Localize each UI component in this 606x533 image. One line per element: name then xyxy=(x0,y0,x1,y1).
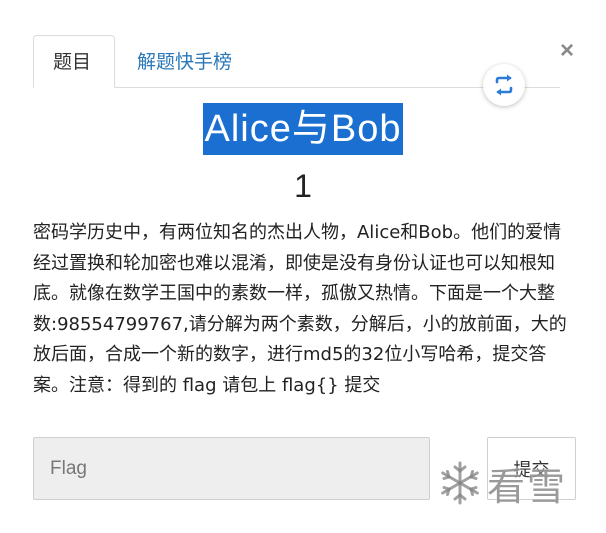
challenge-points: 1 xyxy=(294,168,312,204)
flag-input[interactable] xyxy=(33,437,430,500)
tab-challenge[interactable]: 题目 xyxy=(33,35,115,88)
challenge-title: Alice与Bob xyxy=(202,103,404,155)
challenge-modal: 题目 解题快手榜 × Alice与Bob 1 密码学历史中，有两位知名的杰出人物… xyxy=(0,0,606,533)
close-icon: × xyxy=(559,37,574,64)
snowflake-icon xyxy=(441,461,479,505)
close-button[interactable]: × xyxy=(556,38,578,64)
submit-button[interactable]: 提交 xyxy=(487,437,576,500)
swap-arrows-icon xyxy=(495,74,513,96)
tab-leaderboard[interactable]: 解题快手榜 xyxy=(117,35,252,86)
challenge-description: 密码学历史中，有两位知名的杰出人物，Alice和Bob。他们的爱情经过置换和轮加… xyxy=(33,222,567,396)
tab-challenge-label: 题目 xyxy=(53,52,92,73)
tab-leaderboard-label: 解题快手榜 xyxy=(137,52,233,73)
tab-bar: 题目 解题快手榜 xyxy=(33,35,560,88)
challenge-title-wrap: Alice与Bob xyxy=(0,103,606,155)
swap-button[interactable] xyxy=(483,64,525,106)
